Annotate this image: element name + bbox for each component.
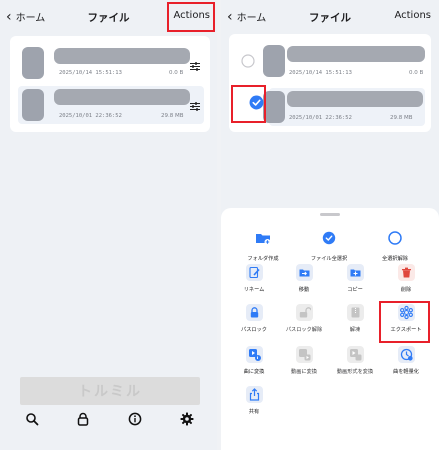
move-icon: [295, 264, 313, 281]
nav-bar: ‹ ホーム ファイル Actions: [221, 0, 439, 36]
file-size: 29.8 MB: [161, 113, 184, 119]
deselect-all-action[interactable]: 全選択解除: [365, 230, 425, 262]
highlight-box: [379, 301, 430, 343]
file-thumbnail: [22, 89, 44, 121]
folder-plus-icon: [256, 234, 271, 245]
share-action[interactable]: 共有: [224, 386, 284, 415]
actions-button[interactable]: Actions: [394, 10, 431, 21]
file-thumbnail: [263, 91, 285, 123]
action-label: 曲を軽量化: [393, 369, 419, 375]
file-thumbnail: [22, 47, 44, 79]
lock-icon: [245, 304, 263, 321]
gear-icon[interactable]: [180, 412, 194, 426]
file-date: 2025/10/14 15:51:13: [289, 70, 352, 76]
video-format-icon: [346, 346, 364, 363]
unlock-icon: [295, 304, 313, 321]
file-name: [54, 48, 190, 64]
file-name: [287, 91, 423, 107]
create-folder-action[interactable]: フォルダ作成: [233, 230, 293, 262]
action-label: フォルダ作成: [247, 256, 279, 262]
sheet-grabber[interactable]: [320, 213, 340, 216]
circle-icon: [388, 231, 402, 245]
select-all-action[interactable]: ファイル全選択: [299, 230, 359, 262]
delete-action[interactable]: 削除: [376, 264, 436, 293]
lock-icon[interactable]: [76, 412, 90, 426]
file-date: 2025/10/01 22:36:52: [59, 113, 122, 119]
highlight-box: [231, 85, 266, 123]
trash-icon: [397, 264, 415, 281]
sliders-icon[interactable]: [190, 62, 200, 71]
action-label: ファイル全選択: [310, 256, 348, 262]
action-label: 共有: [248, 409, 260, 415]
file-size: 29.8 MB: [390, 115, 413, 121]
action-label: 全選択解除: [382, 256, 408, 262]
file-list: 2025/10/14 15:51:13 0.0 B 2025/10/01 22:…: [10, 36, 210, 132]
share-icon: [245, 386, 263, 403]
brand-banner: トルミル: [20, 377, 200, 405]
info-icon[interactable]: [128, 412, 142, 426]
compress-audio-icon: [397, 346, 415, 363]
convert-video-icon: [295, 346, 313, 363]
left-screen: ‹ ホーム ファイル Actions 2025/10/14 15:51:13 0…: [0, 0, 217, 450]
file-size: 0.0 B: [169, 70, 184, 76]
file-name: [54, 89, 190, 105]
file-date: 2025/10/01 22:36:52: [289, 115, 352, 121]
check-circle-icon: [322, 231, 336, 245]
file-thumbnail: [263, 45, 285, 77]
action-label: 削除: [400, 287, 412, 293]
sliders-icon[interactable]: [190, 102, 200, 111]
file-row[interactable]: 2025/10/01 22:36:52 29.8 MB: [18, 86, 204, 124]
search-icon[interactable]: [25, 412, 39, 426]
convert-audio-icon: [245, 346, 263, 363]
file-row[interactable]: 2025/10/14 15:51:13 0.0 B: [229, 42, 431, 80]
file-row[interactable]: 2025/10/14 15:51:13 0.0 B: [10, 42, 210, 79]
compress-audio-action[interactable]: 曲を軽量化: [376, 346, 436, 375]
highlight-box: [167, 2, 215, 32]
rename-icon: [245, 264, 263, 281]
unzip-icon: [346, 304, 364, 321]
file-date: 2025/10/14 15:51:13: [59, 70, 122, 76]
file-name: [287, 46, 425, 62]
copy-icon: [346, 264, 364, 281]
file-size: 0.0 B: [409, 70, 424, 76]
file-row[interactable]: 2025/10/01 22:36:52 29.8 MB: [263, 88, 425, 126]
unchecked-circle-icon[interactable]: [241, 54, 255, 68]
